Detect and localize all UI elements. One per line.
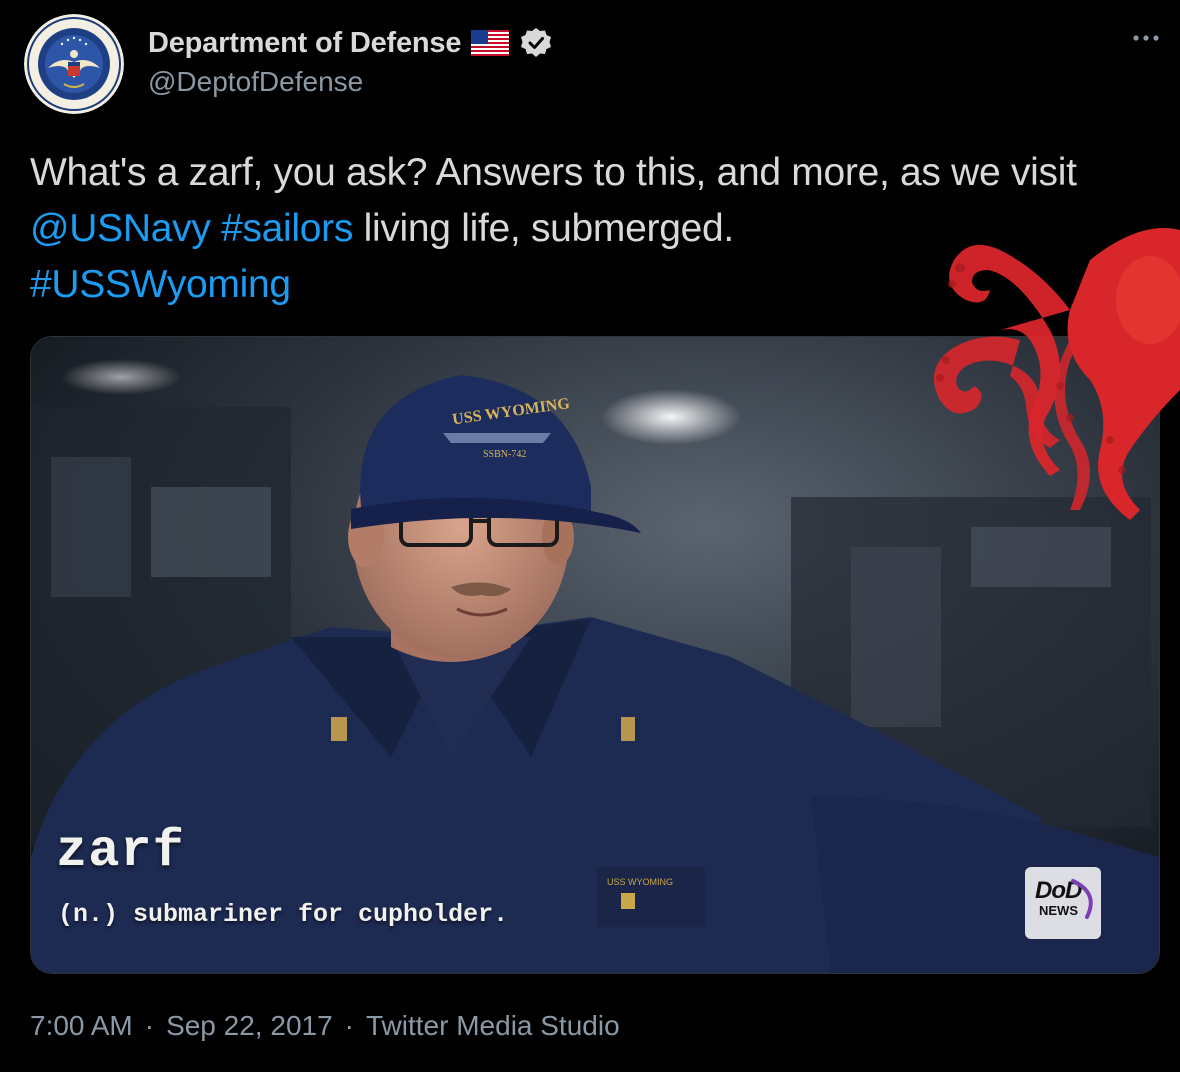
tweet-footer: 7:00 AM · Sep 22, 2017 · Twitter Media S… xyxy=(30,1010,620,1042)
tweet-card: Department of Defense @DeptofDefense Wha… xyxy=(0,0,1180,1072)
tweet-text-part1: What's a zarf, you ask? Answers to this,… xyxy=(30,151,1077,194)
caption-definition: (n.) submariner for cupholder. xyxy=(58,900,509,929)
tweet-text: What's a zarf, you ask? Answers to this,… xyxy=(30,145,1150,313)
hashtag-link-sailors[interactable]: #sailors xyxy=(221,207,353,250)
hashtag-link-usswyoming[interactable]: #USSWyoming xyxy=(30,263,291,306)
author-display-name[interactable]: Department of Defense xyxy=(148,27,461,60)
dod-news-logo: DoD NEWS xyxy=(1025,867,1101,939)
caption-word: zarf xyxy=(56,822,185,881)
footer-separator-2: · xyxy=(344,1010,354,1041)
more-options-icon[interactable] xyxy=(1126,24,1166,52)
tweet-time[interactable]: 7:00 AM xyxy=(30,1010,133,1042)
text-space xyxy=(211,207,222,250)
video-player[interactable]: USS WYOMING USS WYOMING SSBN-742 DoD NEW… xyxy=(30,336,1160,974)
svg-text:USS WYOMING: USS WYOMING xyxy=(607,877,673,887)
verified-badge-icon xyxy=(519,26,553,60)
mention-link-usnavy[interactable]: @USNavy xyxy=(30,207,211,250)
author-name-row: Department of Defense xyxy=(148,24,553,62)
tweet-date[interactable]: Sep 22, 2017 xyxy=(166,1010,333,1042)
hat-subtext: SSBN-742 xyxy=(483,449,526,460)
tweet-source-link[interactable]: Twitter Media Studio xyxy=(366,1010,620,1042)
dod-swoosh-icon xyxy=(1071,879,1093,919)
video-frame: USS WYOMING USS WYOMING SSBN-742 xyxy=(31,337,1159,973)
footer-separator: · xyxy=(144,1010,155,1041)
author-handle[interactable]: @DeptofDefense xyxy=(148,66,363,98)
dod-seal-icon[interactable] xyxy=(24,14,124,114)
tweet-text-part2: living life, submerged. xyxy=(353,207,735,250)
us-flag-icon xyxy=(471,30,510,56)
